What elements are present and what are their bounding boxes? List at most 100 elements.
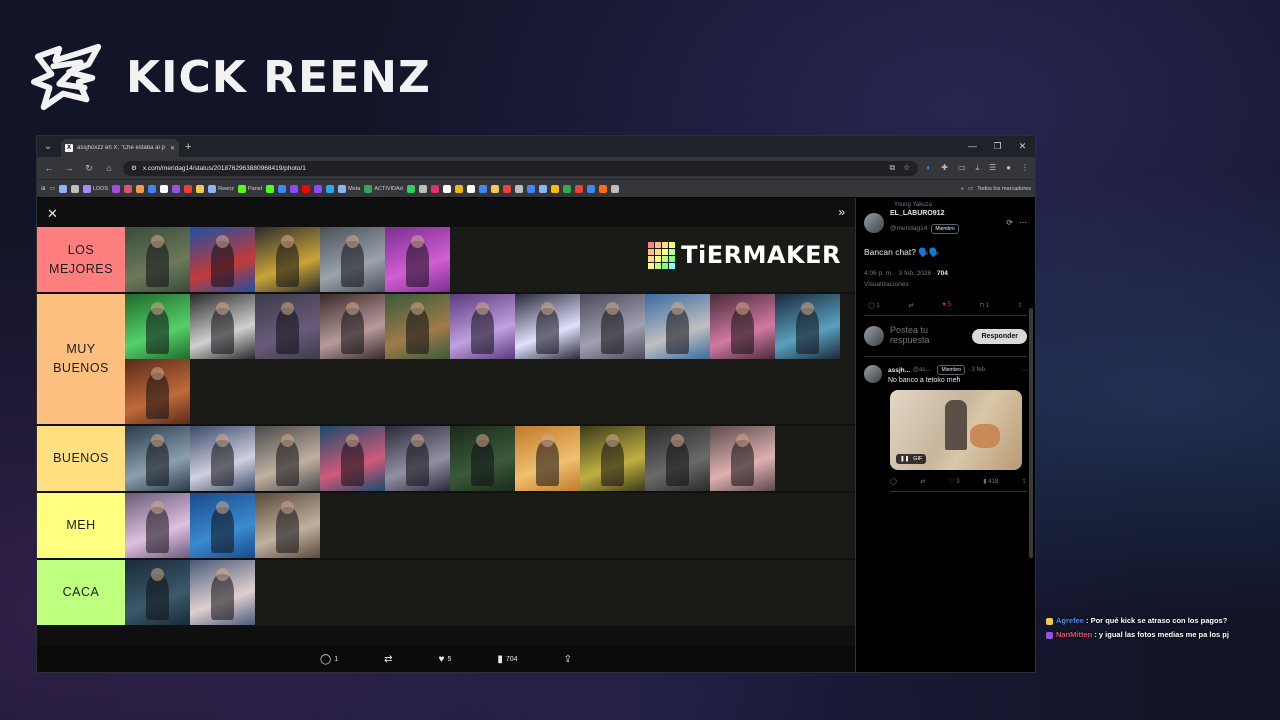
bookmark-item[interactable]: ACTIVIDAd [364, 184, 403, 193]
bookmark-item[interactable] [430, 184, 439, 193]
character-thumbnail[interactable] [515, 426, 580, 491]
bookmark-item[interactable] [290, 184, 299, 193]
character-thumbnail[interactable] [125, 227, 190, 292]
folder-icon[interactable]: ▭ [50, 186, 55, 192]
scrollbar[interactable] [1029, 308, 1033, 558]
character-thumbnail[interactable] [190, 493, 255, 558]
more-icon[interactable]: ⋯ [1019, 218, 1027, 227]
install-icon[interactable]: ⧉ [889, 163, 895, 173]
author-name[interactable]: EL_LABURO912 [890, 210, 959, 217]
reply-input[interactable]: Postea tu respuesta [890, 325, 966, 346]
character-thumbnail[interactable] [125, 493, 190, 558]
character-thumbnail[interactable] [320, 227, 385, 292]
bookmark-item[interactable] [490, 184, 499, 193]
bookmark-item[interactable] [112, 184, 121, 193]
bookmark-item[interactable] [406, 184, 415, 193]
character-thumbnail[interactable] [450, 294, 515, 359]
share-action[interactable]: ⇪ [564, 654, 572, 665]
bookmark-item[interactable] [562, 184, 571, 193]
repost-stat[interactable]: ⇄ [908, 302, 913, 309]
reply-handle[interactable]: @as... [913, 367, 930, 373]
reply-stat[interactable]: ◯ [890, 478, 897, 485]
bookmark-item[interactable]: LOOS [82, 184, 108, 193]
bookmark-item[interactable] [184, 184, 193, 193]
back-icon[interactable]: ← [43, 163, 55, 173]
like-action[interactable]: ♥ 5 [439, 654, 452, 665]
reply-stat[interactable]: ◯ 1 [868, 302, 880, 309]
character-thumbnail[interactable] [255, 426, 320, 491]
character-thumbnail[interactable] [125, 294, 190, 359]
character-thumbnail[interactable] [255, 493, 320, 558]
bookmark-item[interactable]: Meta [338, 184, 360, 193]
bookmark-item[interactable] [196, 184, 205, 193]
character-thumbnail[interactable] [320, 294, 385, 359]
bookmark-item[interactable] [610, 184, 619, 193]
character-thumbnail[interactable] [190, 426, 255, 491]
expand-sidebar-icon[interactable]: » [838, 205, 845, 219]
character-thumbnail[interactable] [710, 294, 775, 359]
character-thumbnail[interactable] [580, 294, 645, 359]
new-tab-button[interactable]: + [185, 141, 191, 153]
bookmark-item[interactable] [478, 184, 487, 193]
forward-icon[interactable]: → [63, 163, 75, 173]
gif-badge[interactable]: ❚❚ GIF [896, 454, 927, 464]
reply-gif[interactable]: ❚❚ GIF [890, 390, 1022, 470]
character-thumbnail[interactable] [255, 227, 320, 292]
character-thumbnail[interactable] [775, 294, 840, 359]
tab-close-icon[interactable]: ✕ [170, 145, 175, 152]
character-thumbnail[interactable] [710, 426, 775, 491]
tier-list-image[interactable]: TiERMAKER LOS MEJORES MUY BUENOS BUENOS MEH CA… [37, 227, 855, 627]
repost-stat[interactable]: ⇄ [920, 478, 925, 485]
grok-icon[interactable]: ⟳ [1006, 218, 1013, 227]
bookmark-item[interactable] [266, 184, 275, 193]
reply-action[interactable]: ◯ 1 [320, 654, 338, 665]
bookmark-item[interactable] [160, 184, 169, 193]
sidebar-icon[interactable]: ▭ [958, 163, 966, 173]
repost-action[interactable]: ⇄ [384, 654, 392, 665]
share-stat[interactable]: ⇪ [1022, 478, 1027, 485]
character-thumbnail[interactable] [190, 560, 255, 625]
bookmark-item[interactable] [442, 184, 451, 193]
bookmark-item[interactable] [326, 184, 335, 193]
character-thumbnail[interactable] [385, 426, 450, 491]
chevron-right-icon[interactable]: » [961, 186, 964, 192]
bookmark-item[interactable] [278, 184, 287, 193]
close-icon[interactable]: ✕ [47, 206, 58, 222]
reply-author[interactable]: assjh... [888, 367, 910, 374]
puzzle-icon[interactable]: ✚ [941, 163, 948, 173]
apps-icon[interactable]: ⊞ [41, 186, 46, 192]
tab-search-icon[interactable]: ⌄ [41, 140, 55, 154]
bookmark-item[interactable] [136, 184, 145, 193]
like-stat[interactable]: ♥ 5 [942, 302, 951, 309]
bookmark-item[interactable] [124, 184, 133, 193]
bookmark-stat[interactable]: ⊓ 1 [980, 302, 990, 309]
views-stat[interactable]: ▮ 418 [983, 478, 998, 485]
bookmark-item[interactable] [172, 184, 181, 193]
character-thumbnail[interactable] [125, 359, 190, 424]
minimize-icon[interactable]: — [960, 141, 985, 152]
character-thumbnail[interactable] [190, 227, 255, 292]
bookmark-item[interactable] [574, 184, 583, 193]
bookmark-item[interactable] [148, 184, 157, 193]
tab-groups-icon[interactable]: ☰ [989, 163, 996, 173]
character-thumbnail[interactable] [515, 294, 580, 359]
avatar[interactable] [864, 365, 882, 383]
character-thumbnail[interactable] [645, 426, 710, 491]
author-handle[interactable]: @meridag14 [890, 225, 927, 232]
bookmark-item[interactable] [314, 184, 323, 193]
views-action[interactable]: ▮ 704 [497, 654, 517, 665]
bookmark-item[interactable] [598, 184, 607, 193]
bookmark-item[interactable] [58, 184, 67, 193]
maximize-icon[interactable]: ❐ [985, 141, 1010, 152]
bookmark-item[interactable] [514, 184, 523, 193]
close-window-icon[interactable]: ✕ [1010, 141, 1035, 152]
address-bar[interactable]: ⚙ x.com/meridag14/status/201876296388096… [123, 160, 919, 176]
character-thumbnail[interactable] [125, 426, 190, 491]
home-icon[interactable]: ⌂ [103, 163, 115, 173]
all-bookmarks[interactable]: » ▭ Todos los marcadores [961, 186, 1031, 192]
bookmark-item[interactable] [526, 184, 535, 193]
character-thumbnail[interactable] [385, 227, 450, 292]
bookmark-item[interactable] [502, 184, 511, 193]
character-thumbnail[interactable] [125, 560, 190, 625]
bookmark-item[interactable] [538, 184, 547, 193]
